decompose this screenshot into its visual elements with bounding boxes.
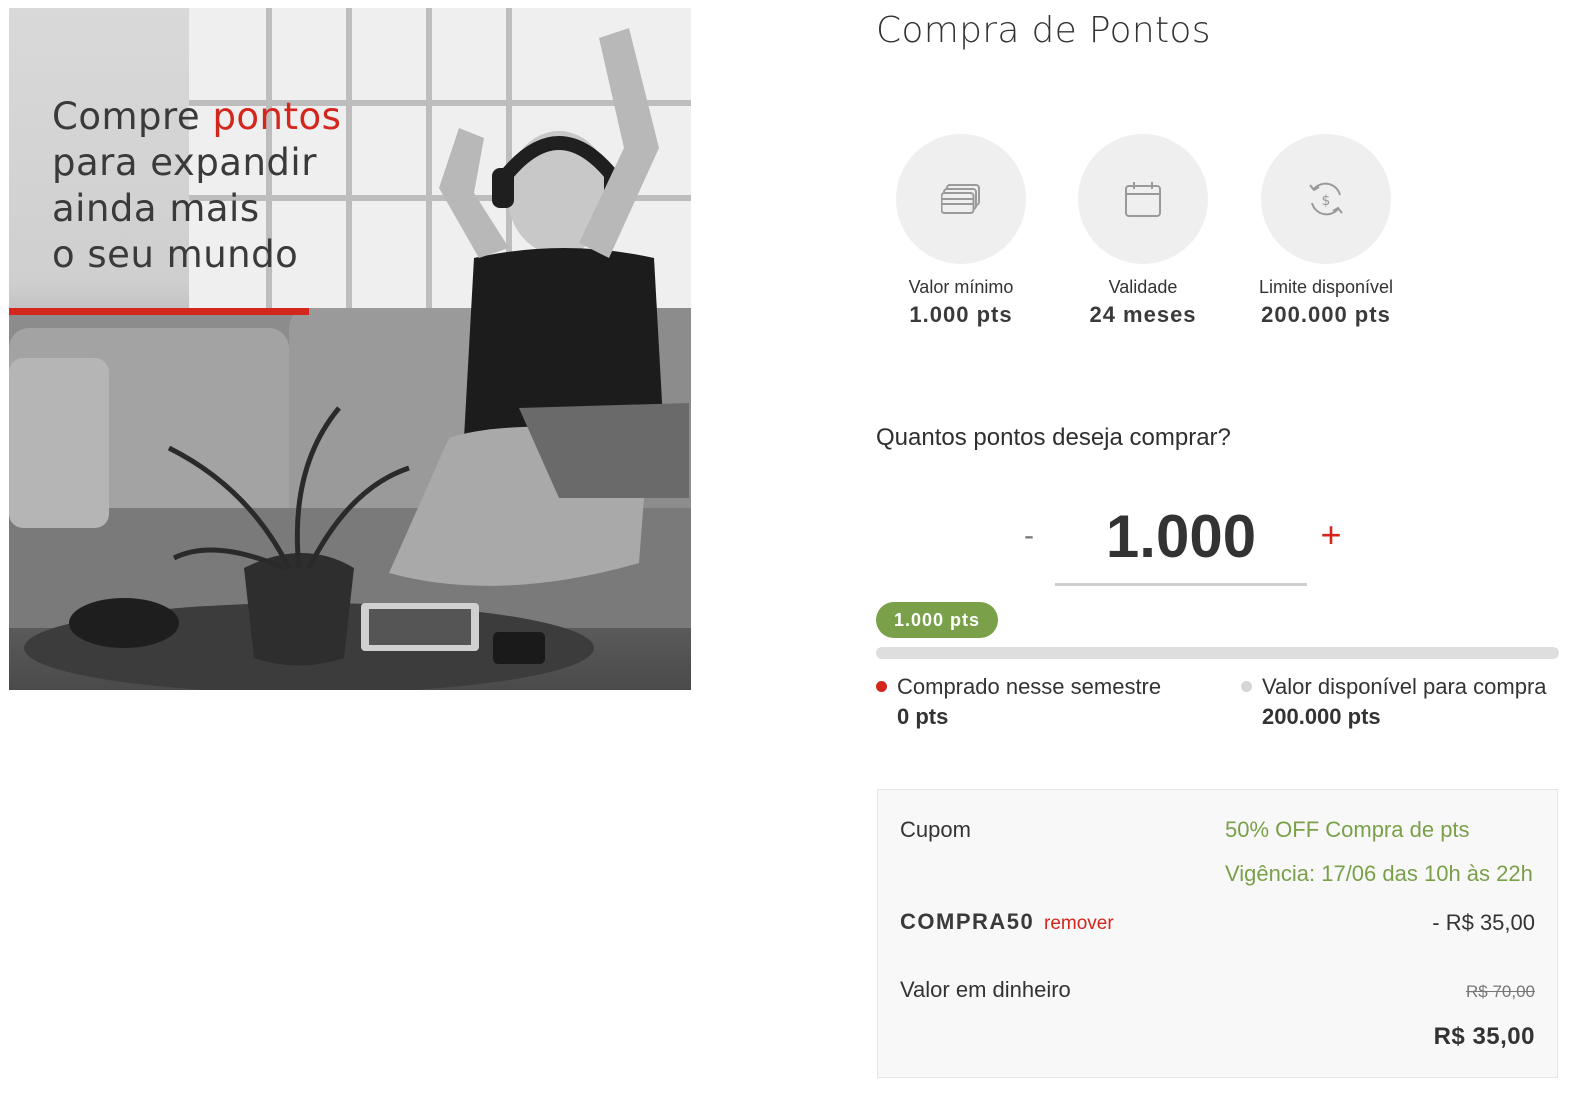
coupon-code: COMPRA50 [900,909,1035,934]
promo-banner: Compre pontos para expandir ainda mais o… [9,8,691,690]
coupon-offer: 50% OFF Compra de pts [1225,817,1470,842]
banner-headline-line: o seu mundo [52,233,299,276]
banner-headline-highlight: pontos [212,95,342,138]
banner-headline: Compre pontos para expandir ainda mais o… [52,94,341,278]
exchange-dollar-icon: $ [1309,182,1343,216]
info-circle [896,134,1026,264]
info-circle [1078,134,1208,264]
quantity-question: Quantos pontos deseja comprar? [876,424,1231,451]
calendar-icon [1125,182,1161,217]
legend-label: Valor disponível para compra [1262,674,1547,699]
legend-bought: Comprado nesse semestre 0 pts [876,674,1161,730]
legend-label: Comprado nesse semestre [897,674,1162,699]
page-title: Compra de Pontos [876,10,1211,51]
info-label: Valor mínimo [908,277,1014,297]
coupon-discount: - R$ 35,00 [1432,910,1535,935]
purchase-progress-bar [876,647,1559,659]
selected-points-badge: 1.000 pts [876,602,999,638]
info-label: Limite disponível [1258,277,1394,297]
decrease-button[interactable]: - [1014,516,1044,556]
coupon-validity: Vigência: 17/06 das 10h às 22h [1225,861,1533,886]
info-card-limit: $ Limite disponível 200.000 pts [1246,134,1406,328]
banner-headline-line: para expandir [52,141,317,184]
legend-dot-grey [1241,681,1252,692]
banner-headline-line: ainda mais [52,187,260,230]
info-value: 200.000 pts [1261,302,1391,327]
cash-value-label: Valor em dinheiro [900,977,1071,1002]
banner-headline-prefix: Compre [52,95,213,138]
legend-value: 0 pts [897,704,949,729]
info-card-min-value: Valor mínimo 1.000 pts [881,134,1041,328]
info-circle: $ [1261,134,1391,264]
info-value: 24 meses [1089,302,1197,327]
legend-dot-red [876,681,887,692]
coupon-summary: Cupom 50% OFF Compra de pts Vigência: 17… [877,789,1558,1078]
info-label: Validade [1108,277,1178,297]
legend-value: 200.000 pts [1262,704,1381,729]
coupon-label: Cupom [900,817,971,842]
original-price: R$ 70,00 [1466,982,1535,1001]
info-value: 1.000 pts [909,302,1013,327]
increase-button[interactable]: + [1315,514,1347,556]
quantity-input[interactable]: 1.000 [1055,500,1307,586]
remove-coupon-link[interactable]: remover [1044,913,1114,935]
cards-icon [941,184,980,214]
info-card-validity: Validade 24 meses [1063,134,1223,328]
banner-accent-line [9,308,309,315]
svg-text:$: $ [1322,193,1331,209]
legend-available: Valor disponível para compra 200.000 pts [1241,674,1547,730]
final-price: R$ 35,00 [1433,1023,1535,1050]
